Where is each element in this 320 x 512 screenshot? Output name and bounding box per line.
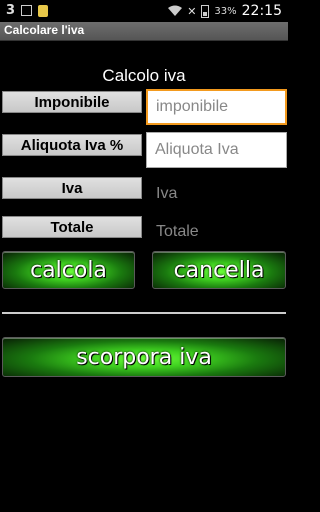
aliquota-input[interactable] <box>146 132 287 168</box>
battery-percent: 33% <box>214 5 237 17</box>
iva-result: Iva <box>156 185 178 202</box>
form-heading: Calcolo iva <box>102 66 186 85</box>
battery-icon <box>201 4 210 18</box>
app-title-bar: Calcolare l'iva <box>0 22 288 41</box>
totale-result: Totale <box>156 223 199 240</box>
totale-label: Totale <box>2 216 142 238</box>
imponibile-input[interactable] <box>146 89 287 125</box>
no-signal-icon: ✕ <box>187 4 197 18</box>
clock: 22:15 <box>241 3 282 19</box>
app-title: Calcolare l'iva <box>4 23 85 37</box>
cancella-button[interactable]: cancella <box>152 251 286 289</box>
iva-label: Iva <box>2 177 142 199</box>
wifi-icon <box>168 5 183 16</box>
calcola-button[interactable]: calcola <box>2 251 135 289</box>
scorpora-iva-button[interactable]: scorpora iva <box>2 337 286 377</box>
status-bar: 3 ✕ 33% 22:15 <box>0 0 288 22</box>
image-notification-icon <box>21 5 33 16</box>
imponibile-label: Imponibile <box>2 91 142 113</box>
carrier-number: 3 <box>6 3 16 18</box>
aliquota-label: Aliquota Iva % <box>2 134 142 156</box>
divider <box>2 312 286 314</box>
app-notification-icon <box>38 4 49 17</box>
